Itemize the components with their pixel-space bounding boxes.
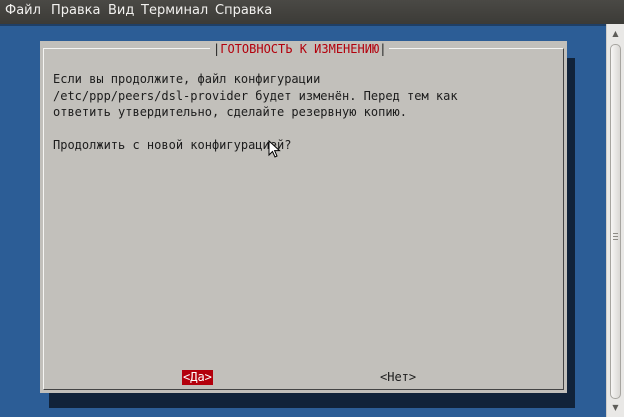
menu-help[interactable]: Справка [215,3,272,18]
dialog-title: |ГОТОВНОСТЬ К ИЗМЕНЕНИЮ| [210,41,390,57]
menu-bar: Файл Правка Вид Терминал Справка [0,0,624,24]
yes-button[interactable]: <Да> [182,370,213,385]
scrollbar-grip [613,233,618,241]
scrollbar-thumb[interactable] [610,44,621,399]
scroll-up-arrow-icon[interactable]: ▲ [607,26,624,42]
no-button[interactable]: <Нет> [379,370,417,385]
menu-file[interactable]: Файл [5,3,41,18]
menu-edit[interactable]: Правка [51,3,100,18]
mouse-pointer-icon [268,140,281,158]
vertical-scrollbar[interactable]: ▲ ▼ [606,24,624,417]
terminal-top-border [0,24,606,26]
confirm-dialog: |ГОТОВНОСТЬ К ИЗМЕНЕНИЮ| Если вы продолж… [40,41,567,393]
menu-terminal[interactable]: Терминал [141,3,208,18]
title-right-bar: | [379,42,387,56]
scroll-down-arrow-icon[interactable]: ▼ [607,400,624,416]
terminal-area[interactable]: |ГОТОВНОСТЬ К ИЗМЕНЕНИЮ| Если вы продолж… [0,24,606,417]
dialog-title-text: ГОТОВНОСТЬ К ИЗМЕНЕНИЮ [220,42,380,56]
dialog-message: Если вы продолжите, файл конфигурации /e… [53,72,458,152]
menu-view[interactable]: Вид [108,3,134,18]
